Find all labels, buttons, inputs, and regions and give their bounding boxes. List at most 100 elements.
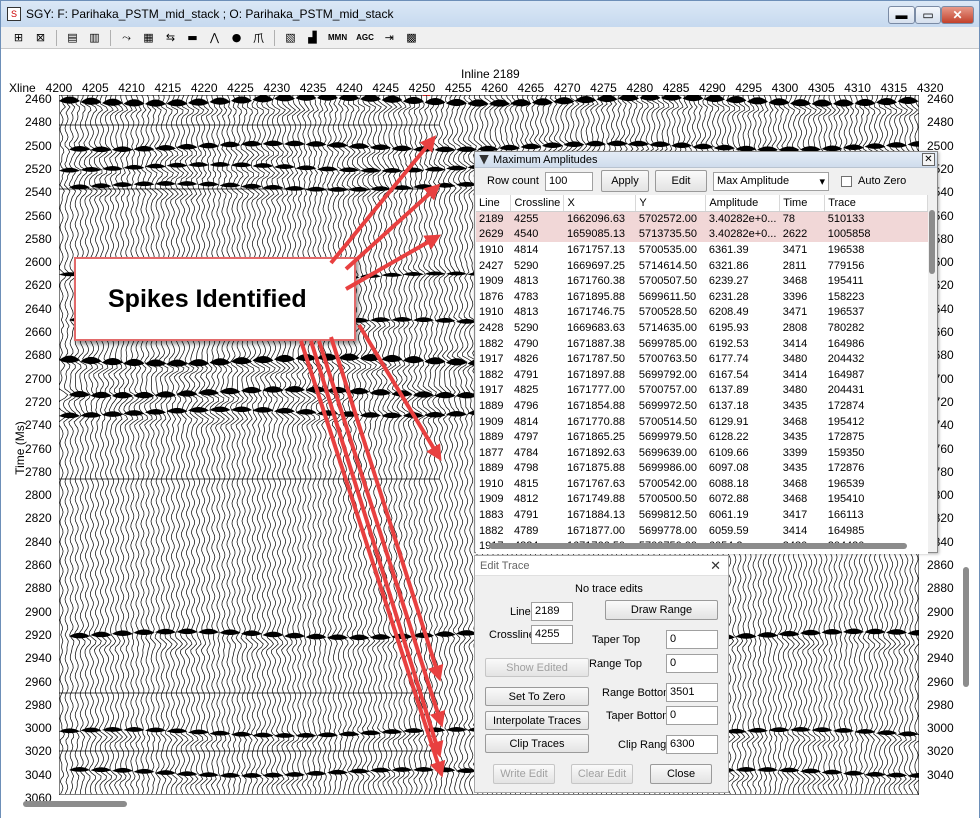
- table-row[interactable]: 1876 4783 1671895.88 5699611.50 6231.28 3396 1…: [476, 289, 928, 305]
- collapse-icon[interactable]: [479, 154, 489, 165]
- time-tick-left: 2880: [25, 581, 52, 596]
- apply-button[interactable]: Apply: [600, 170, 649, 192]
- auto-zero-checkbox[interactable]: [840, 175, 852, 187]
- record-icon[interactable]: ●: [227, 29, 246, 47]
- column-header[interactable]: Y: [635, 195, 707, 212]
- spikes-callout: Spikes Identified: [74, 257, 356, 341]
- clear-edit-button[interactable]: Clear Edit: [571, 764, 633, 784]
- table-row[interactable]: 1882 4789 1671877.00 5699778.00 6059.59 3414 1…: [476, 523, 928, 539]
- taper-bottom-input[interactable]: 0: [666, 706, 718, 725]
- mmn-button[interactable]: MMN: [325, 29, 350, 47]
- column-header[interactable]: X: [563, 195, 637, 212]
- range-top-input[interactable]: 0: [666, 654, 718, 673]
- table-row[interactable]: 1917 4826 1671787.50 5700763.50 6177.74 3480 2…: [476, 351, 928, 367]
- spike-icon[interactable]: ⇥: [380, 29, 399, 47]
- table-icon[interactable]: ▩: [402, 29, 421, 47]
- table-row[interactable]: 1917 4825 1671777.00 5700757.00 6137.89 3480 2…: [476, 383, 928, 399]
- column-header[interactable]: Trace: [824, 195, 928, 212]
- table-row[interactable]: 2428 5290 1669683.63 5714635.00 6195.93 2808 7…: [476, 320, 928, 336]
- table-cell: 5699785.00: [638, 337, 697, 350]
- time-tick-left: 2600: [25, 255, 52, 270]
- column-header[interactable]: Crossline: [510, 195, 565, 212]
- line-input[interactable]: 2189: [531, 602, 573, 621]
- table-cell: 1671757.13: [566, 243, 626, 256]
- table-row[interactable]: 1910 4814 1671757.13 5700535.00 6361.39 3471 1…: [476, 242, 928, 258]
- color-scale-icon[interactable]: ▤: [63, 29, 82, 47]
- table-row[interactable]: 1889 4796 1671854.88 5699972.50 6137.18 3435 1…: [476, 398, 928, 414]
- xline-tick: 4230: [263, 81, 291, 95]
- crossline-input[interactable]: 4255: [531, 625, 573, 644]
- table-cell: 779156: [827, 259, 865, 272]
- spectrum-icon[interactable]: ▧: [281, 29, 300, 47]
- close-icon[interactable]: ✕: [710, 558, 721, 574]
- header-icon[interactable]: ▟: [303, 29, 322, 47]
- table-horizontal-scrollbar[interactable]: [489, 543, 907, 549]
- table-row[interactable]: 1889 4798 1671875.88 5699986.00 6097.08 3435 1…: [476, 461, 928, 477]
- title-bar: S SGY: F: Parihaka_PSTM_mid_stack ; O: P…: [1, 1, 979, 27]
- table-row[interactable]: 1882 4790 1671887.38 5699785.00 6192.53 3414 1…: [476, 336, 928, 352]
- column-header[interactable]: Line: [476, 195, 512, 212]
- interpolate-traces-button[interactable]: Interpolate Traces: [485, 711, 589, 730]
- table-vertical-scrollbar[interactable]: [929, 210, 935, 274]
- vertical-scrollbar[interactable]: [963, 567, 969, 687]
- filter-icon[interactable]: ⽖: [249, 29, 268, 47]
- toolbar: ⊞ ⊠ ▤ ▥ ⤳ ▦ ⇆ ▬ ⋀ ● ⽖ ▧ ▟ MMN AGC ⇥ ▩: [1, 27, 979, 49]
- table-row[interactable]: 2629 4540 1659085.13 5713735.50 3.40282e+0..…: [476, 226, 928, 243]
- table-cell: 1671875.88: [566, 462, 626, 475]
- trace-marker: [427, 95, 430, 96]
- draw-range-button[interactable]: Draw Range: [605, 600, 718, 620]
- table-row[interactable]: 1910 4815 1671767.63 5700542.00 6088.18 3468 1…: [476, 476, 928, 492]
- clip-range-input[interactable]: 6300: [666, 735, 718, 754]
- table-row[interactable]: 1909 4814 1671770.88 5700514.50 6129.91 3468 1…: [476, 414, 928, 430]
- row-count-input[interactable]: 100: [544, 171, 593, 191]
- histogram-icon[interactable]: ▦: [139, 29, 158, 47]
- table-row[interactable]: 1909 4813 1671760.38 5700507.50 6239.27 3468 1…: [476, 273, 928, 289]
- table-row[interactable]: 1877 4784 1671892.63 5699639.00 6109.66 3399 1…: [476, 445, 928, 461]
- table-cell: 6097.08: [708, 462, 749, 475]
- column-header[interactable]: Amplitude: [705, 195, 781, 212]
- clip-traces-button[interactable]: Clip Traces: [485, 734, 589, 753]
- remove-panel-icon[interactable]: ⊠: [31, 29, 50, 47]
- table-cell: 166113: [827, 509, 864, 522]
- table-row[interactable]: 2427 5290 1669697.25 5714614.50 6321.86 2811 7…: [476, 258, 928, 274]
- edit-button[interactable]: Edit: [654, 170, 707, 192]
- table-cell: 1671884.13: [566, 509, 626, 522]
- close-button[interactable]: Close: [650, 764, 712, 784]
- set-to-zero-button[interactable]: Set To Zero: [485, 687, 589, 706]
- swap-icon[interactable]: ⇆: [161, 29, 180, 47]
- horizontal-scrollbar[interactable]: [23, 801, 127, 807]
- time-tick-left: 2620: [25, 278, 52, 293]
- table-row[interactable]: 1910 4813 1671746.75 5700528.50 6208.49 3471 1…: [476, 305, 928, 321]
- xline-tick: 4255: [444, 81, 472, 95]
- write-edit-button[interactable]: Write Edit: [493, 764, 555, 784]
- table-cell: 4540: [510, 226, 564, 243]
- close-icon[interactable]: ✕: [922, 153, 935, 166]
- range-bottom-input[interactable]: 3501: [666, 683, 718, 702]
- display-icon[interactable]: ▬: [183, 29, 202, 47]
- table-row[interactable]: 2189 4255 1662096.63 5702572.00 3.40282e+0..…: [476, 211, 928, 227]
- taper-top-input[interactable]: 0: [666, 630, 718, 649]
- column-header[interactable]: Time: [779, 195, 826, 212]
- pick-icon[interactable]: ⤳: [117, 29, 136, 47]
- table-cell: 172874: [827, 399, 865, 412]
- wiggle-icon[interactable]: ⋀: [205, 29, 224, 47]
- add-panel-icon[interactable]: ⊞: [9, 29, 28, 47]
- table-row[interactable]: 1889 4797 1671865.25 5699979.50 6128.22 3435 1…: [476, 429, 928, 445]
- table-row[interactable]: 1883 4791 1671884.13 5699812.50 6061.19 3417 1…: [476, 507, 928, 523]
- maximize-button[interactable]: ▭: [915, 6, 941, 24]
- table-cell: 4826: [513, 353, 539, 366]
- table-row[interactable]: 1909 4812 1671749.88 5700500.50 6072.88 3468 1…: [476, 492, 928, 508]
- minimize-button[interactable]: ▬: [888, 6, 915, 24]
- agc-icon[interactable]: AGC: [353, 29, 377, 47]
- table-row[interactable]: 1882 4791 1671897.88 5699792.00 6167.54 3414 1…: [476, 367, 928, 383]
- save-icon[interactable]: ▥: [85, 29, 104, 47]
- amplitude-mode-select[interactable]: Max Amplitude ▾: [712, 171, 829, 191]
- time-tick-left: 2560: [25, 208, 52, 223]
- table-cell: 5700757.00: [638, 384, 697, 397]
- table-cell: 5700542.00: [638, 477, 697, 490]
- close-window-button[interactable]: ✕: [941, 6, 974, 24]
- time-tick-right: 2900: [927, 604, 954, 619]
- table-cell: 2428: [479, 321, 504, 334]
- xline-tick: 4235: [299, 81, 327, 95]
- show-edited-button[interactable]: Show Edited: [485, 658, 589, 677]
